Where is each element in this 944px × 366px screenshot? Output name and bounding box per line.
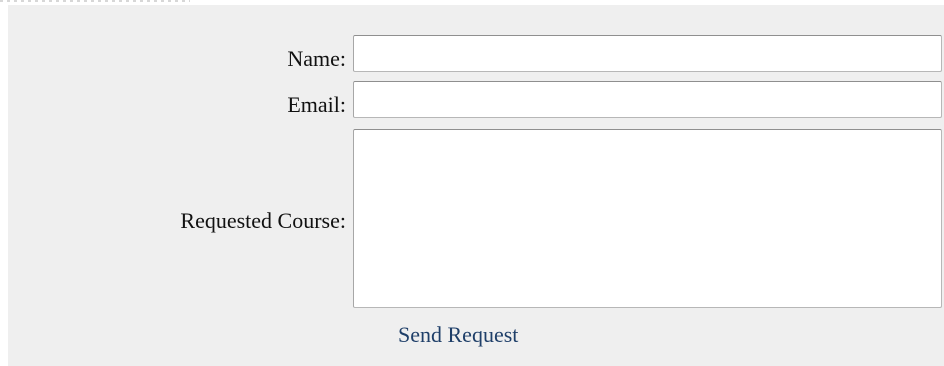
send-request-button[interactable]: Send Request bbox=[398, 324, 518, 346]
requested-course-label: Requested Course: bbox=[180, 208, 346, 233]
name-field[interactable] bbox=[353, 35, 942, 72]
course-request-form: Name: Email: Requested Course: Send Requ… bbox=[8, 5, 944, 366]
name-label: Name: bbox=[287, 46, 346, 71]
email-label: Email: bbox=[287, 92, 346, 117]
email-field[interactable] bbox=[353, 81, 942, 118]
requested-course-field[interactable] bbox=[353, 129, 942, 308]
